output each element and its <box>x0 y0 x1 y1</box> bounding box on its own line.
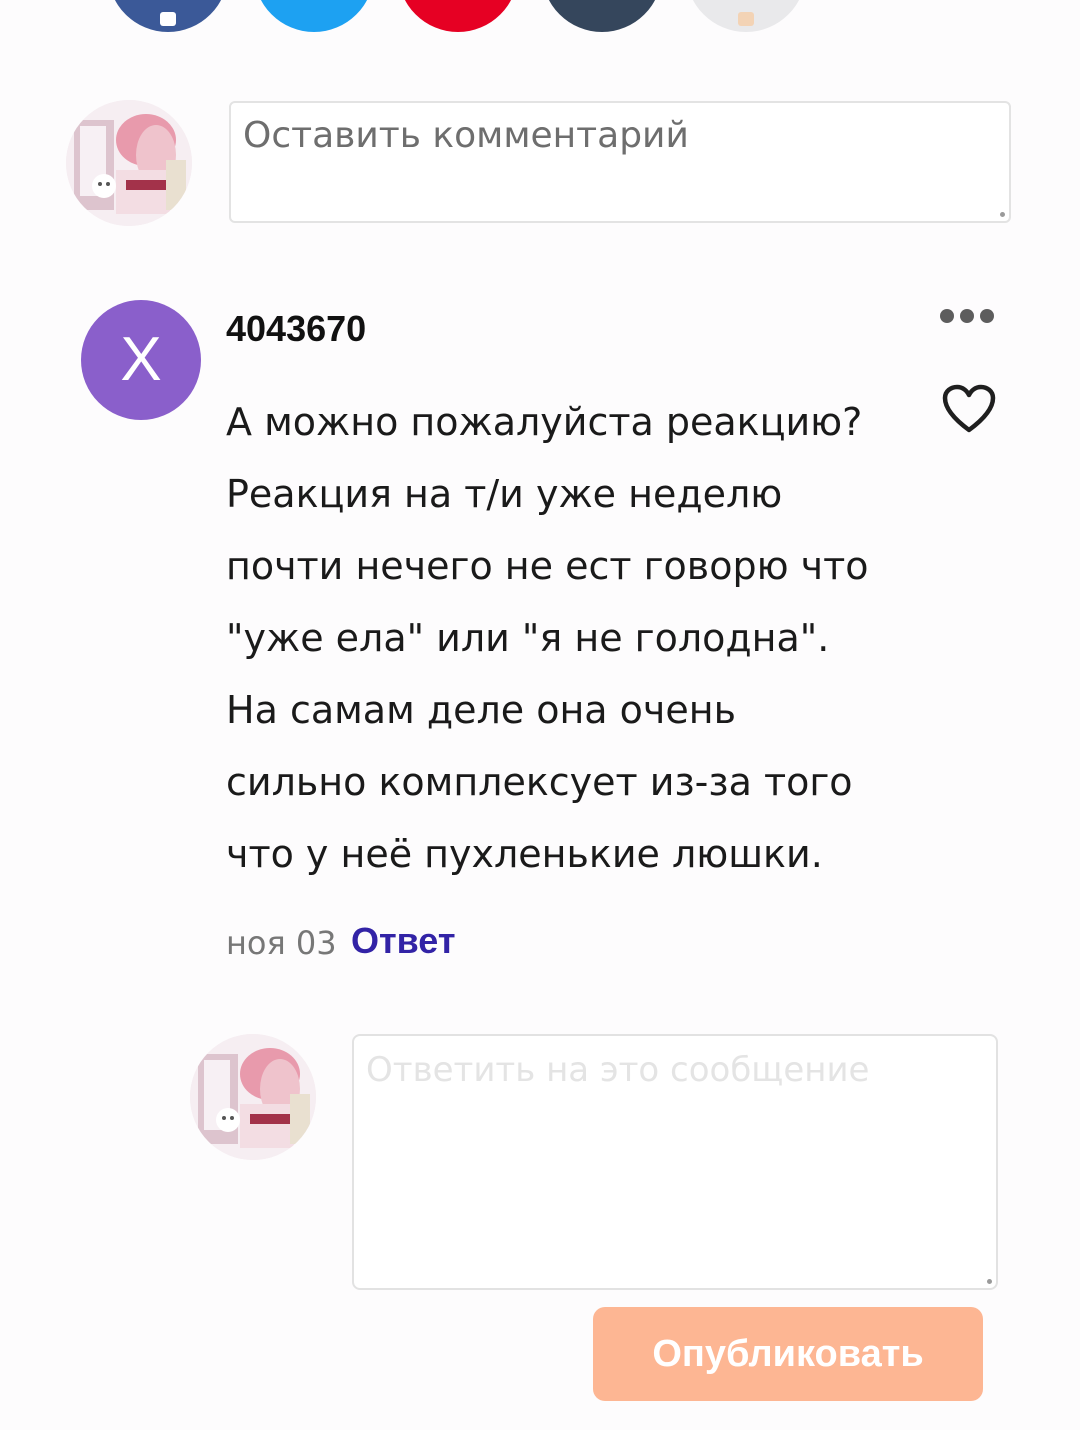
comment-line: что у неё пухленькие люшки. <box>226 832 823 876</box>
more-share-icon <box>738 12 754 26</box>
dot <box>980 309 994 323</box>
comment-date: ноя 03 <box>226 924 337 962</box>
tumblr-share-button[interactable] <box>542 0 662 32</box>
pinterest-share-button[interactable] <box>398 0 518 32</box>
publish-button[interactable]: Опубликовать <box>593 1307 983 1401</box>
comment-username[interactable]: 4043670 <box>226 308 366 350</box>
comment-body: А можно пожалуйста реакцию? Реакция на т… <box>226 386 906 890</box>
heart-icon[interactable] <box>942 384 996 434</box>
comment-line: сильно комплексует из-за того <box>226 760 853 804</box>
comment-line: Реакция на т/и уже неделю <box>226 472 783 516</box>
comment-author-avatar[interactable]: X <box>81 300 201 420</box>
resize-handle-icon[interactable] <box>1000 212 1005 217</box>
more-options-icon[interactable] <box>940 306 994 326</box>
comment-line: На самам деле она очень <box>226 688 736 732</box>
facebook-icon <box>160 12 176 26</box>
comment-line: "уже ела" или "я не голодна". <box>226 616 830 660</box>
facebook-share-button[interactable] <box>108 0 228 32</box>
resize-handle-icon[interactable] <box>987 1279 992 1284</box>
more-share-button[interactable] <box>686 0 806 32</box>
comment-line: почти нечего не ест говорю что <box>226 544 869 588</box>
twitter-share-button[interactable] <box>254 0 374 32</box>
reply-user-avatar <box>190 1034 316 1160</box>
dot <box>960 309 974 323</box>
dot <box>940 309 954 323</box>
reply-link[interactable]: Ответ <box>351 920 455 962</box>
new-comment-input[interactable]: Оставить комментарий <box>229 101 1011 223</box>
share-buttons-row <box>0 0 1080 40</box>
reply-input[interactable]: Ответить на это сообщение <box>352 1034 998 1290</box>
reply-placeholder: Ответить на это сообщение <box>366 1050 870 1090</box>
new-comment-placeholder: Оставить комментарий <box>243 115 689 156</box>
current-user-avatar <box>66 100 192 226</box>
comment-line: А можно пожалуйста реакцию? <box>226 400 863 444</box>
